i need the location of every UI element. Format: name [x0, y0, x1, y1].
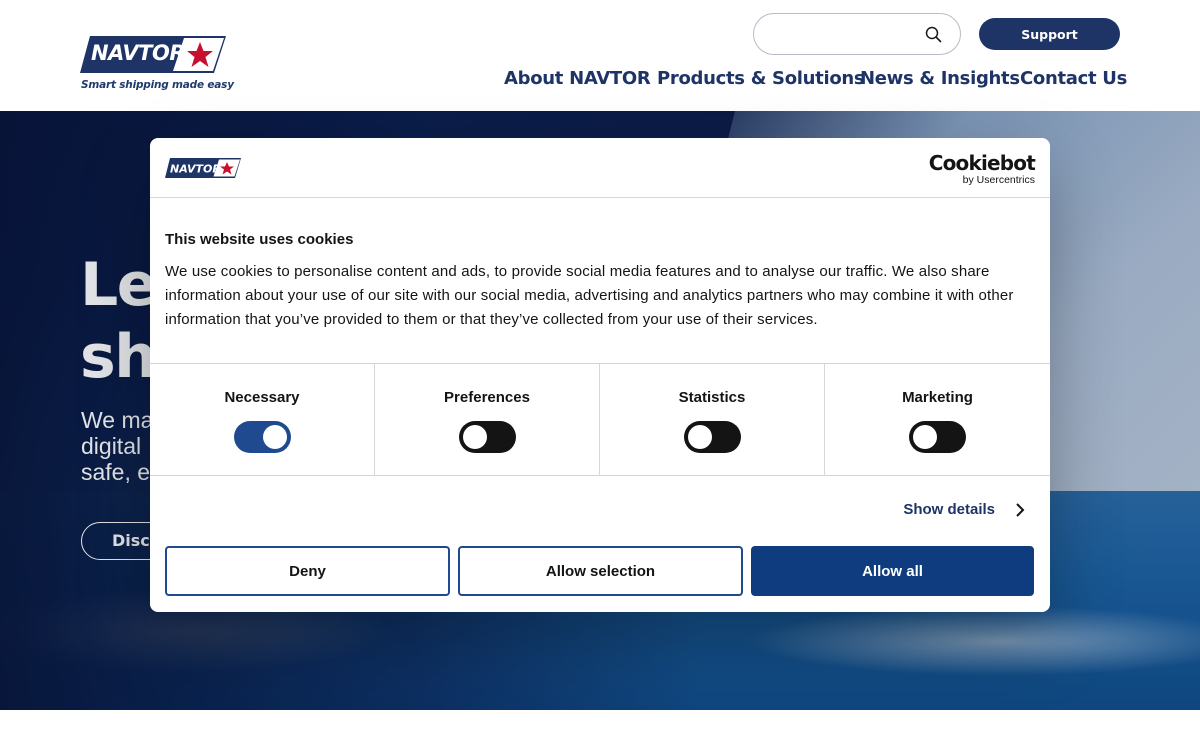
dialog-header: NAVTOR Cookiebot by Usercentrics	[150, 138, 1050, 198]
category-necessary: Necessary	[150, 364, 375, 476]
category-label: Statistics	[678, 389, 746, 406]
search-icon[interactable]	[925, 26, 942, 43]
navtor-logo[interactable]: NAVTOR Smart shipping made easy	[80, 36, 234, 94]
marketing-toggle[interactable]	[909, 421, 966, 453]
cookie-consent-dialog: NAVTOR Cookiebot by Usercentrics This we…	[150, 138, 1050, 612]
nav-contact[interactable]: Contact Us	[1020, 68, 1127, 94]
navtor-logo-small: NAVTOR	[165, 158, 241, 178]
small-logo-wordmark: NAVTOR	[170, 163, 221, 176]
category-marketing: Marketing	[825, 364, 1050, 476]
search-input[interactable]	[770, 24, 920, 44]
dialog-title: This website uses cookies	[165, 231, 354, 248]
category-statistics: Statistics	[600, 364, 825, 476]
category-label: Necessary	[224, 389, 300, 406]
allow-all-button[interactable]: Allow all	[751, 546, 1034, 596]
toggle-knob	[688, 425, 712, 449]
nav-about[interactable]: About NAVTOR	[504, 68, 651, 94]
category-label: Preferences	[444, 389, 530, 406]
support-button[interactable]: Support	[979, 18, 1120, 50]
cookiebot-byline: by Usercentrics	[962, 174, 1035, 186]
cookiebot-brand[interactable]: Cookiebot by Usercentrics	[928, 151, 1036, 186]
deny-button[interactable]: Deny	[165, 546, 450, 596]
category-preferences: Preferences	[375, 364, 600, 476]
site-header: NAVTOR Smart shipping made easy Support …	[0, 0, 1200, 111]
toggle-knob	[463, 425, 487, 449]
allow-selection-button[interactable]: Allow selection	[458, 546, 743, 596]
preferences-toggle[interactable]	[459, 421, 516, 453]
nav-news-insights[interactable]: News & Insights	[860, 68, 1020, 94]
necessary-toggle[interactable]	[234, 421, 291, 453]
show-details-link[interactable]: Show details	[903, 501, 995, 518]
cookiebot-wordmark: Cookiebot	[928, 151, 1036, 175]
statistics-toggle[interactable]	[684, 421, 741, 453]
logo-wordmark: NAVTOR	[91, 41, 186, 65]
toggle-knob	[263, 425, 287, 449]
category-label: Marketing	[902, 389, 973, 406]
toggle-knob	[913, 425, 937, 449]
chevron-right-icon[interactable]	[1015, 502, 1025, 518]
dialog-body-text: We use cookies to personalise content an…	[165, 263, 1014, 328]
logo-tagline: Smart shipping made easy	[81, 79, 234, 91]
consent-categories: Necessary Preferences Statistics Marketi…	[150, 363, 1050, 476]
nav-products-solutions[interactable]: Products & Solutions	[657, 68, 865, 94]
